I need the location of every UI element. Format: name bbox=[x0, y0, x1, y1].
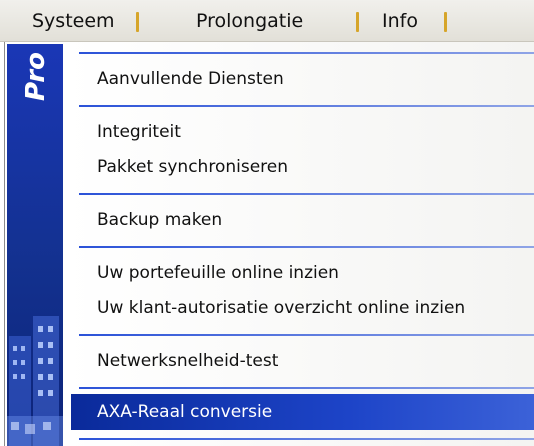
menu-divider bbox=[79, 387, 534, 389]
menu-divider bbox=[79, 193, 534, 195]
menu-item-pakket-synchroniseren[interactable]: Pakket synchroniseren bbox=[97, 154, 288, 180]
menu-item-aanvullende-diensten[interactable]: Aanvullende Diensten bbox=[97, 66, 284, 92]
menu-item-portefeuille-online[interactable]: Uw portefeuille online inzien bbox=[97, 260, 339, 286]
menu-items-panel: Aanvullende Diensten Integriteit Pakket … bbox=[65, 42, 534, 446]
menu-systeem[interactable]: Systeem bbox=[32, 9, 115, 33]
building-illustration-icon bbox=[7, 316, 63, 446]
menu-divider bbox=[79, 246, 534, 248]
menu-divider bbox=[79, 105, 534, 107]
menu-item-klant-autorisatie-online[interactable]: Uw klant-autorisatie overzicht online in… bbox=[97, 295, 465, 321]
menu-bar: Systeem Prolongatie Info bbox=[0, 0, 534, 42]
menu-item-axa-reaal-conversie[interactable]: AXA-Reaal conversie bbox=[71, 394, 534, 430]
menu-divider bbox=[79, 438, 534, 440]
menu-sidebar-banner: Pro bbox=[7, 44, 63, 446]
menu-divider bbox=[79, 334, 534, 336]
application-window: Systeem Prolongatie Info Pro Aanvullende… bbox=[0, 0, 534, 446]
systeem-dropdown-menu: Pro Aanvullende Diensten Integriteit Pak… bbox=[4, 42, 534, 446]
menu-prolongatie[interactable]: Prolongatie bbox=[196, 9, 303, 33]
menu-item-integriteit[interactable]: Integriteit bbox=[97, 119, 181, 145]
menu-separator bbox=[136, 12, 139, 32]
menu-separator bbox=[356, 12, 359, 32]
menu-item-backup-maken[interactable]: Backup maken bbox=[97, 207, 222, 233]
menu-info[interactable]: Info bbox=[382, 9, 418, 33]
menu-separator bbox=[444, 12, 447, 32]
menu-item-netwerksnelheid-test[interactable]: Netwerksnelheid-test bbox=[97, 348, 278, 374]
sidebar-brand-label: Pro bbox=[21, 52, 51, 101]
menu-divider bbox=[79, 52, 534, 54]
